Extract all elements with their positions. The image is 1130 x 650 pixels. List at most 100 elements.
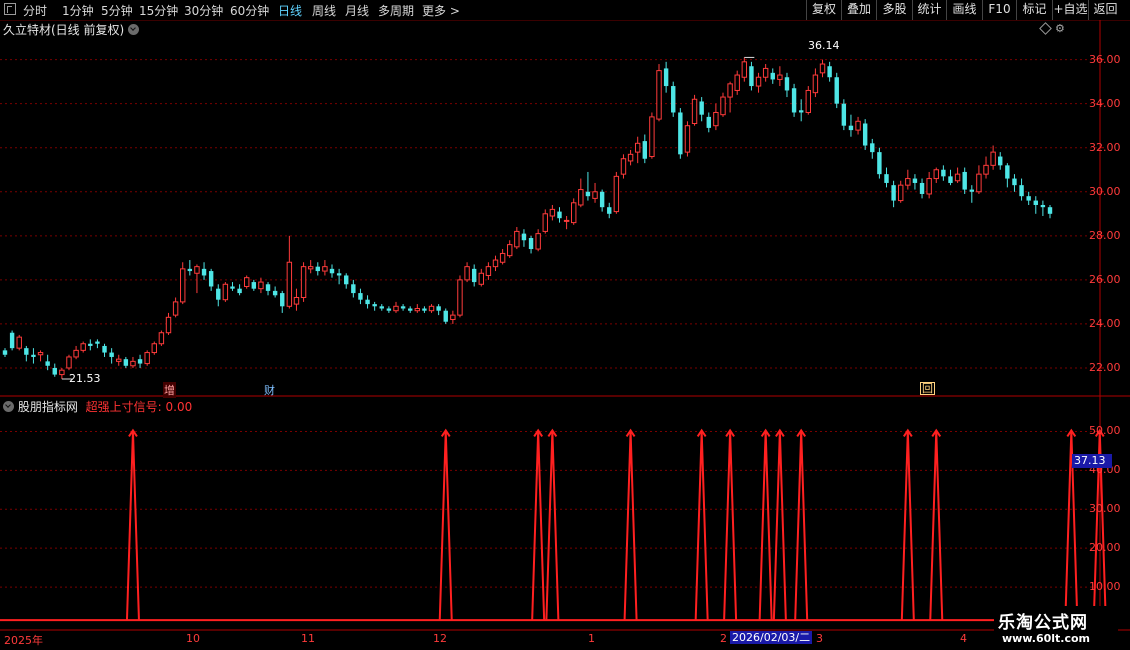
candle-body	[464, 266, 470, 281]
cai-marker[interactable]: 财	[264, 382, 275, 398]
candle-body	[762, 67, 769, 78]
signal-spike	[794, 431, 809, 621]
candle-body	[123, 359, 129, 366]
chart-canvas[interactable]	[0, 0, 1130, 650]
candle-body	[66, 356, 72, 369]
candle-body	[585, 191, 591, 197]
candle-body	[165, 316, 172, 334]
candle-body	[948, 176, 953, 183]
candle-body	[770, 72, 775, 80]
zeng-marker[interactable]: 增	[163, 382, 176, 398]
candle-body	[73, 349, 79, 358]
candle-body	[563, 219, 570, 222]
candle-body	[549, 208, 556, 217]
candle-body	[414, 308, 421, 312]
gear-icon[interactable]: ⚙	[1055, 22, 1065, 35]
candle-body	[130, 360, 136, 367]
candle-body	[365, 299, 370, 305]
candle-body	[9, 332, 15, 349]
candle-body	[1026, 196, 1031, 201]
date-label-2025: 2025年	[4, 634, 43, 647]
candle-body	[855, 120, 861, 131]
candle-body	[24, 348, 29, 355]
candle-body	[1012, 178, 1017, 186]
price-axis-label: 34.00	[1089, 96, 1121, 110]
candle-body	[656, 70, 662, 120]
candle-body	[528, 238, 534, 250]
candle-body	[841, 103, 847, 126]
candle-body	[620, 158, 627, 175]
candle-body	[542, 213, 548, 232]
candle-body	[507, 244, 513, 257]
candle-body	[59, 369, 65, 376]
candle-body	[443, 310, 448, 322]
candle-body	[699, 101, 704, 115]
candle-body	[741, 61, 748, 78]
candle-body	[535, 233, 541, 250]
candle-body	[272, 290, 278, 296]
candle-body	[607, 207, 612, 214]
candle-body	[1033, 200, 1038, 205]
price-axis-label: 32.00	[1089, 140, 1121, 154]
chevron-down-icon[interactable]	[3, 401, 14, 412]
candle-body	[95, 341, 100, 344]
watermark: 乐淘公式网 www.60lt.com	[994, 606, 1118, 650]
candle-body	[329, 268, 335, 274]
signal-spike	[772, 431, 787, 621]
candle-body	[954, 173, 961, 182]
watermark-title: 乐淘公式网	[998, 613, 1088, 633]
indicator-axis-label: 20.00	[1089, 541, 1121, 555]
date-label-mar: 3	[816, 632, 823, 645]
signal-spike	[545, 431, 560, 621]
low-price-label: 21.53	[69, 372, 101, 385]
candle-body	[322, 266, 328, 272]
candle-body	[798, 110, 804, 113]
candle-body	[422, 308, 427, 311]
candle-body	[230, 286, 235, 289]
candle-body	[599, 191, 605, 208]
candle-body	[336, 273, 342, 276]
candle-body	[180, 268, 186, 303]
candle-body	[755, 76, 762, 87]
candle-body	[962, 171, 967, 190]
indicator-title-bar: 股朋指标网 超强上寸信号: 0.00	[3, 398, 192, 414]
candle-body	[642, 141, 647, 159]
candle-body	[812, 74, 819, 94]
candle-body	[400, 306, 406, 309]
candle-body	[557, 211, 562, 219]
candle-body	[1019, 185, 1024, 197]
signal-spike	[929, 431, 944, 621]
signal-spike	[125, 431, 140, 621]
candle-body	[293, 296, 300, 305]
candle-body	[649, 116, 655, 158]
signal-spike	[758, 431, 773, 621]
date-label-nov: 11	[301, 632, 315, 645]
candle-body	[571, 202, 577, 224]
signal-spike	[694, 431, 709, 621]
candle-body	[258, 281, 264, 290]
candle-body	[222, 283, 229, 301]
candle-body	[870, 143, 875, 153]
candle-body	[492, 259, 499, 268]
candle-body	[713, 111, 719, 127]
candle-body	[286, 261, 293, 307]
candle-body	[749, 66, 754, 87]
candle-body	[819, 63, 826, 74]
candle-body	[998, 156, 1003, 166]
candle-body	[592, 191, 598, 199]
candle-body	[45, 361, 50, 366]
price-axis-label: 30.00	[1089, 184, 1121, 198]
candle-body	[144, 352, 150, 365]
chevron-down-icon[interactable]	[128, 24, 140, 35]
indicator-signal-value: 超强上寸信号: 0.00	[85, 400, 193, 414]
candle-body	[208, 271, 214, 287]
candle-body	[613, 175, 620, 213]
candle-body	[905, 178, 911, 186]
hui-marker[interactable]: 回	[920, 382, 935, 395]
candle-body	[777, 74, 783, 80]
selected-date: 2026/02/03/二	[730, 631, 813, 644]
candle-body	[478, 272, 484, 285]
date-label-dec: 12	[433, 632, 447, 645]
candle-body	[344, 275, 349, 285]
price-axis-label: 26.00	[1089, 272, 1121, 286]
